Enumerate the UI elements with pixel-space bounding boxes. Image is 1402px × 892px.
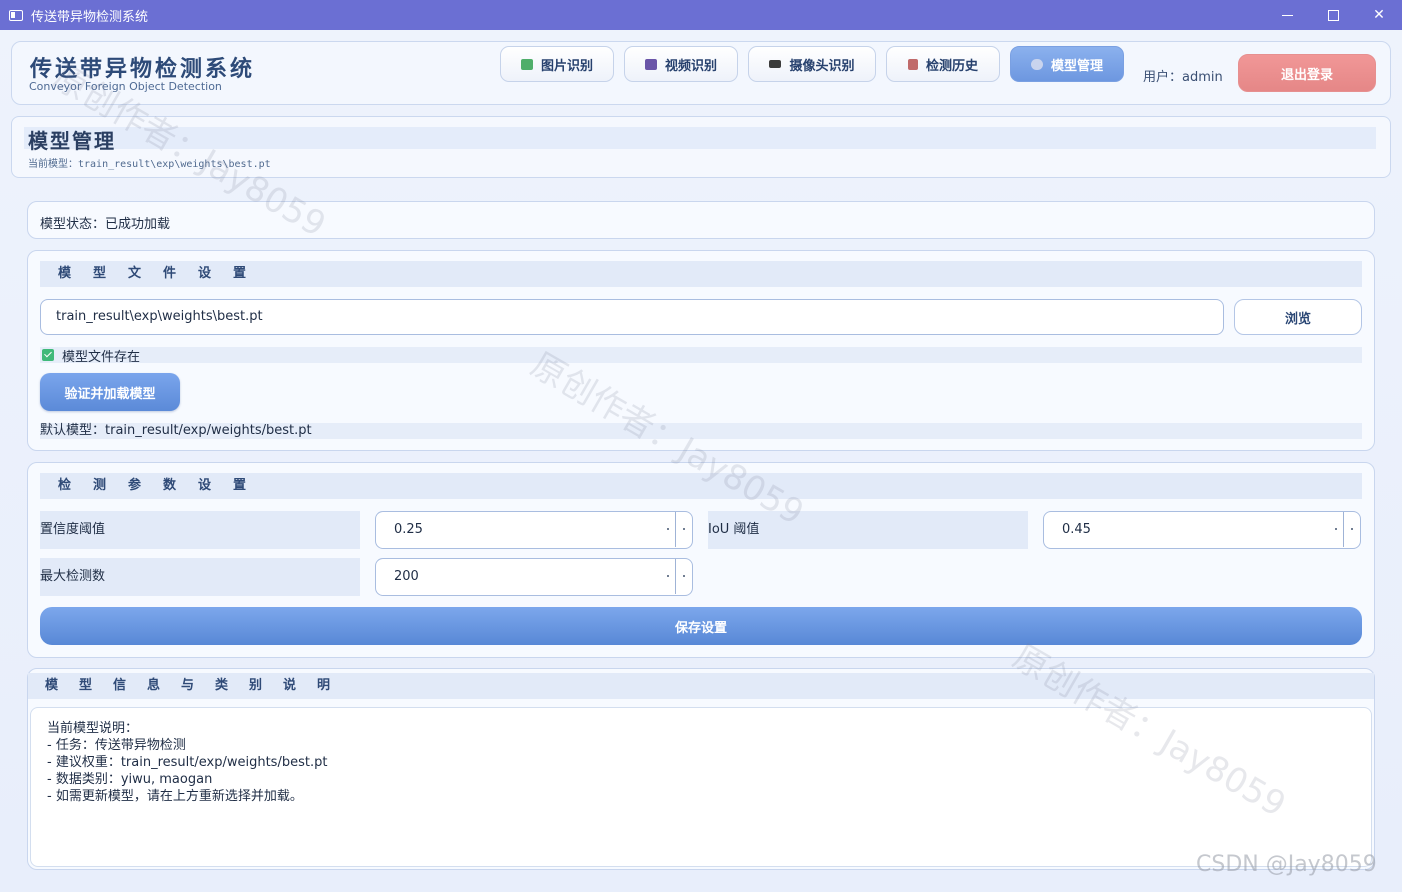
minimize-icon	[1281, 14, 1293, 16]
app-title: 传送带异物检测系统	[30, 56, 256, 82]
info-line: - 如需更新模型，请在上方重新选择并加载。	[47, 789, 303, 804]
model-path-input[interactable]: train_result\exp\weights\best.pt	[40, 299, 1224, 335]
csdn-watermark: CSDN @Jay8059	[1196, 852, 1377, 877]
maximize-button[interactable]	[1310, 0, 1356, 30]
close-button[interactable]: ✕	[1356, 0, 1402, 30]
info-line: - 数据类别：yiwu, maogan	[47, 772, 213, 787]
app-icon	[9, 9, 23, 21]
max-detections-value: 200	[394, 569, 419, 584]
max-detections-spinbox[interactable]: 200	[375, 558, 693, 596]
model-exists-label: 模型文件存在	[62, 349, 141, 365]
verify-load-button[interactable]: 验证并加载模型	[40, 373, 180, 411]
nav-label: 检测历史	[925, 58, 978, 74]
spin-arrow-icon	[666, 512, 670, 547]
default-model-text: 默认模型：train_result/exp/weights/best.pt	[40, 423, 1362, 439]
close-icon: ✕	[1373, 7, 1385, 23]
clapper-icon	[644, 58, 657, 70]
image-icon	[520, 58, 533, 70]
section-title-model-info: 模型信息与类别说明	[28, 673, 1374, 699]
page-title: 模型管理	[28, 129, 116, 153]
camera-icon	[769, 60, 782, 68]
logout-button[interactable]: 退出登录	[1238, 54, 1376, 92]
app-header: 传送带异物检测系统 Conveyor Foreign Object Detect…	[11, 41, 1391, 105]
list-icon	[907, 58, 918, 70]
info-line: - 任务：传送带异物检测	[47, 738, 186, 753]
spin-arrow-icon[interactable]	[675, 512, 692, 547]
model-status-card: 模型状态：已成功加载	[27, 201, 1375, 239]
page-header: 模型管理 当前模型：train_result\exp\weights\best.…	[11, 116, 1391, 178]
model-info-text[interactable]: 当前模型说明： - 任务：传送带异物检测 - 建议权重：train_result…	[30, 707, 1372, 867]
nav-image-recognition[interactable]: 图片识别	[500, 46, 614, 82]
detection-params-settings: 检测参数设置 置信度阈值 0.25 IoU 阈值 0.45 最大检测数 200 …	[27, 462, 1375, 658]
info-line: - 建议权重：train_result/exp/weights/best.pt	[47, 755, 328, 770]
confidence-value: 0.25	[394, 522, 423, 537]
browse-button[interactable]: 浏览	[1234, 299, 1362, 335]
model-info-card: 模型信息与类别说明 当前模型说明： - 任务：传送带异物检测 - 建议权重：tr…	[27, 668, 1375, 870]
nav-label: 视频识别	[664, 58, 717, 74]
check-icon	[42, 349, 54, 361]
max-detections-label: 最大检测数	[40, 558, 360, 596]
nav-model-management[interactable]: 模型管理	[1010, 46, 1124, 82]
app-subtitle: Conveyor Foreign Object Detection	[29, 80, 222, 93]
nav-label: 模型管理	[1050, 58, 1103, 74]
gear-icon	[1030, 58, 1043, 70]
nav-camera-recognition[interactable]: 摄像头识别	[748, 46, 876, 82]
iou-value: 0.45	[1062, 522, 1091, 537]
confidence-label: 置信度阈值	[40, 511, 360, 549]
confidence-spinbox[interactable]: 0.25	[375, 511, 693, 549]
save-settings-button[interactable]: 保存设置	[40, 607, 1362, 645]
section-title-model-file: 模型文件设置	[40, 261, 1362, 287]
maximize-icon	[1327, 9, 1339, 21]
spin-arrow-icon	[1334, 512, 1338, 547]
minimize-button[interactable]	[1264, 0, 1310, 30]
nav-label: 图片识别	[540, 58, 593, 74]
window-title: 传送带异物检测系统	[31, 9, 149, 25]
model-exists-row: 模型文件存在	[40, 347, 1362, 365]
user-label: 用户：admin	[1143, 70, 1223, 85]
model-file-settings: 模型文件设置 train_result\exp\weights\best.pt …	[27, 250, 1375, 451]
spin-arrow-icon	[666, 559, 670, 594]
iou-spinbox[interactable]: 0.45	[1043, 511, 1361, 549]
window-titlebar: 传送带异物检测系统 ✕	[0, 0, 1402, 30]
page-title-band	[24, 127, 1376, 149]
model-status-text: 模型状态：已成功加载	[40, 217, 171, 232]
spin-arrow-icon[interactable]	[675, 559, 692, 594]
iou-label: IoU 阈值	[708, 511, 1028, 549]
nav-video-recognition[interactable]: 视频识别	[624, 46, 738, 82]
nav-detection-history[interactable]: 检测历史	[886, 46, 1000, 82]
section-title-params: 检测参数设置	[40, 473, 1362, 499]
info-line: 当前模型说明：	[47, 721, 139, 736]
spin-arrow-icon[interactable]	[1343, 512, 1360, 547]
current-model-path: 当前模型：train_result\exp\weights\best.pt	[28, 159, 271, 170]
nav-label: 摄像头识别	[789, 58, 855, 74]
